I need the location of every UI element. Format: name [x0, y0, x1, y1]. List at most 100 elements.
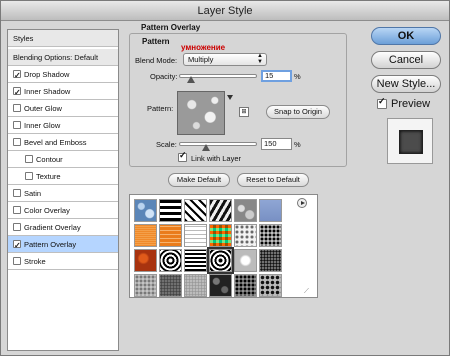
styles-item-contour[interactable]: Contour	[8, 151, 118, 168]
opacity-label: Opacity:	[150, 72, 178, 81]
preview-label: Preview	[391, 98, 431, 110]
styles-item-texture[interactable]: Texture	[8, 168, 118, 185]
scale-slider-thumb[interactable]	[202, 144, 211, 151]
styles-item-label: Inner Shadow	[24, 87, 71, 96]
pattern-tile-zebra-stripes[interactable]	[209, 199, 232, 222]
annotation-text: умножение	[181, 43, 226, 52]
make-default-button[interactable]: Make Default	[168, 173, 230, 187]
new-style-button[interactable]: New Style...	[371, 75, 441, 93]
styles-item-satin[interactable]: Satin	[8, 185, 118, 202]
pattern-tile-white-grid[interactable]	[184, 224, 207, 247]
group-title: Pattern	[140, 37, 172, 46]
styles-item-outer-glow[interactable]: Outer Glow	[8, 100, 118, 117]
style-checkbox[interactable]	[13, 84, 21, 99]
pattern-tile-black-white-noise[interactable]	[259, 224, 282, 247]
opacity-input[interactable]: 15	[261, 70, 292, 82]
pattern-tile-rocky-noise[interactable]	[259, 274, 282, 297]
preview-swatch	[399, 130, 423, 154]
pattern-tile-orange-grid[interactable]	[159, 224, 182, 247]
styles-item-styles[interactable]: Styles	[8, 30, 118, 47]
style-checkbox[interactable]	[13, 67, 21, 82]
pattern-tile-red-rust[interactable]	[134, 249, 157, 272]
pattern-tile-black-swirl[interactable]	[207, 247, 234, 274]
style-checkbox[interactable]	[13, 223, 21, 231]
pattern-tile-diagonal-dots[interactable]	[184, 199, 207, 222]
pattern-tile-light-noise[interactable]	[184, 274, 207, 297]
pattern-tile-white-speckle[interactable]	[234, 224, 257, 247]
layer-style-dialog: Layer Style Styles Blending Options: Defa…	[0, 0, 450, 356]
picker-menu-icon[interactable]	[297, 198, 307, 208]
new-preset-icon[interactable]: ⊞	[239, 107, 249, 117]
blend-mode-select[interactable]: Multiply ▲ ▼	[183, 53, 267, 66]
pattern-tile-bw-noise[interactable]	[259, 249, 282, 272]
styles-item-label: Drop Shadow	[24, 70, 70, 79]
pattern-tile-orange-fine[interactable]	[134, 224, 157, 247]
styles-item-bevel-and-emboss[interactable]: Bevel and Emboss	[8, 134, 118, 151]
style-checkbox[interactable]	[13, 206, 21, 214]
pattern-tile-checker-strips[interactable]	[159, 199, 182, 222]
styles-item-color-overlay[interactable]: Color Overlay	[8, 202, 118, 219]
styles-item-label: Texture	[36, 172, 61, 181]
style-preview	[387, 118, 433, 164]
opacity-slider-thumb[interactable]	[186, 76, 195, 83]
window-title: Layer Style	[1, 1, 449, 21]
chevron-updown-icon: ▲ ▼	[257, 53, 263, 65]
cancel-button[interactable]: Cancel	[371, 51, 441, 69]
ok-button[interactable]: OK	[371, 27, 441, 45]
snap-to-origin-button[interactable]: Snap to Origin	[266, 105, 330, 119]
styles-item-label: Bevel and Emboss	[24, 138, 87, 147]
pattern-tile-dark-rocks[interactable]	[209, 274, 232, 297]
section-title: Pattern Overlay	[141, 23, 201, 32]
preview-checkbox[interactable]	[377, 96, 387, 109]
styles-item-inner-glow[interactable]: Inner Glow	[8, 117, 118, 134]
styles-item-label: Stroke	[24, 257, 46, 266]
pattern-tile-gray-texture[interactable]	[134, 274, 157, 297]
style-checkbox[interactable]	[13, 138, 21, 146]
styles-item-label: Blending Options: Default	[13, 53, 99, 62]
pattern-tile-blue-wash[interactable]	[259, 199, 282, 222]
style-checkbox[interactable]	[13, 257, 21, 265]
opacity-percent: %	[294, 72, 301, 81]
style-checkbox[interactable]	[25, 172, 33, 180]
styles-item-label: Contour	[36, 155, 63, 164]
pattern-dropdown[interactable]	[225, 91, 235, 135]
styles-item-pattern-overlay[interactable]: Pattern Overlay	[8, 236, 118, 253]
pattern-swatch[interactable]	[177, 91, 225, 135]
reset-to-default-button[interactable]: Reset to Default	[237, 173, 309, 187]
link-with-layer-checkbox[interactable]	[178, 150, 187, 162]
styles-list: Styles Blending Options: Default Drop Shad…	[7, 29, 119, 351]
pattern-tile-concentric-squares[interactable]	[159, 249, 182, 272]
pattern-tile-gray-stone[interactable]	[234, 199, 257, 222]
styles-item-label: Satin	[24, 189, 42, 198]
triangle-down-icon	[227, 95, 233, 100]
pattern-tile-rainbow-plaid[interactable]	[209, 224, 232, 247]
style-checkbox[interactable]	[13, 121, 21, 129]
scale-slider[interactable]	[179, 142, 257, 146]
pattern-tile-checkerboard[interactable]	[184, 249, 207, 272]
pattern-tile-blue-bubbles[interactable]	[134, 199, 157, 222]
pattern-tile-white-marble[interactable]	[234, 249, 257, 272]
scale-label: Scale:	[156, 140, 177, 149]
scale-input[interactable]: 150	[261, 138, 292, 150]
styles-item-label: Gradient Overlay	[24, 223, 81, 232]
pattern-label: Pattern:	[147, 104, 174, 113]
styles-item-inner-shadow[interactable]: Inner Shadow	[8, 83, 118, 100]
resize-grip-icon[interactable]: ⟋	[304, 288, 309, 296]
link-with-layer-label: Link with Layer	[191, 154, 242, 163]
scale-percent: %	[294, 140, 301, 149]
styles-item-drop-shadow[interactable]: Drop Shadow	[8, 66, 118, 83]
styles-item-label: Color Overlay	[24, 206, 70, 215]
style-checkbox[interactable]	[25, 155, 33, 163]
style-checkbox[interactable]	[13, 237, 21, 252]
pattern-tile-gray-noise[interactable]	[159, 274, 182, 297]
blend-mode-value: Multiply	[188, 55, 214, 64]
style-checkbox[interactable]	[13, 189, 21, 197]
styles-item-stroke[interactable]: Stroke	[8, 253, 118, 270]
pattern-picker	[129, 194, 318, 298]
styles-item-label: Pattern Overlay	[24, 240, 77, 249]
pattern-tile-mixed-noise[interactable]	[234, 274, 257, 297]
styles-item-label: Outer Glow	[24, 104, 62, 113]
styles-item-gradient-overlay[interactable]: Gradient Overlay	[8, 219, 118, 236]
styles-item-blending-options-default[interactable]: Blending Options: Default	[8, 49, 118, 66]
style-checkbox[interactable]	[13, 104, 21, 112]
